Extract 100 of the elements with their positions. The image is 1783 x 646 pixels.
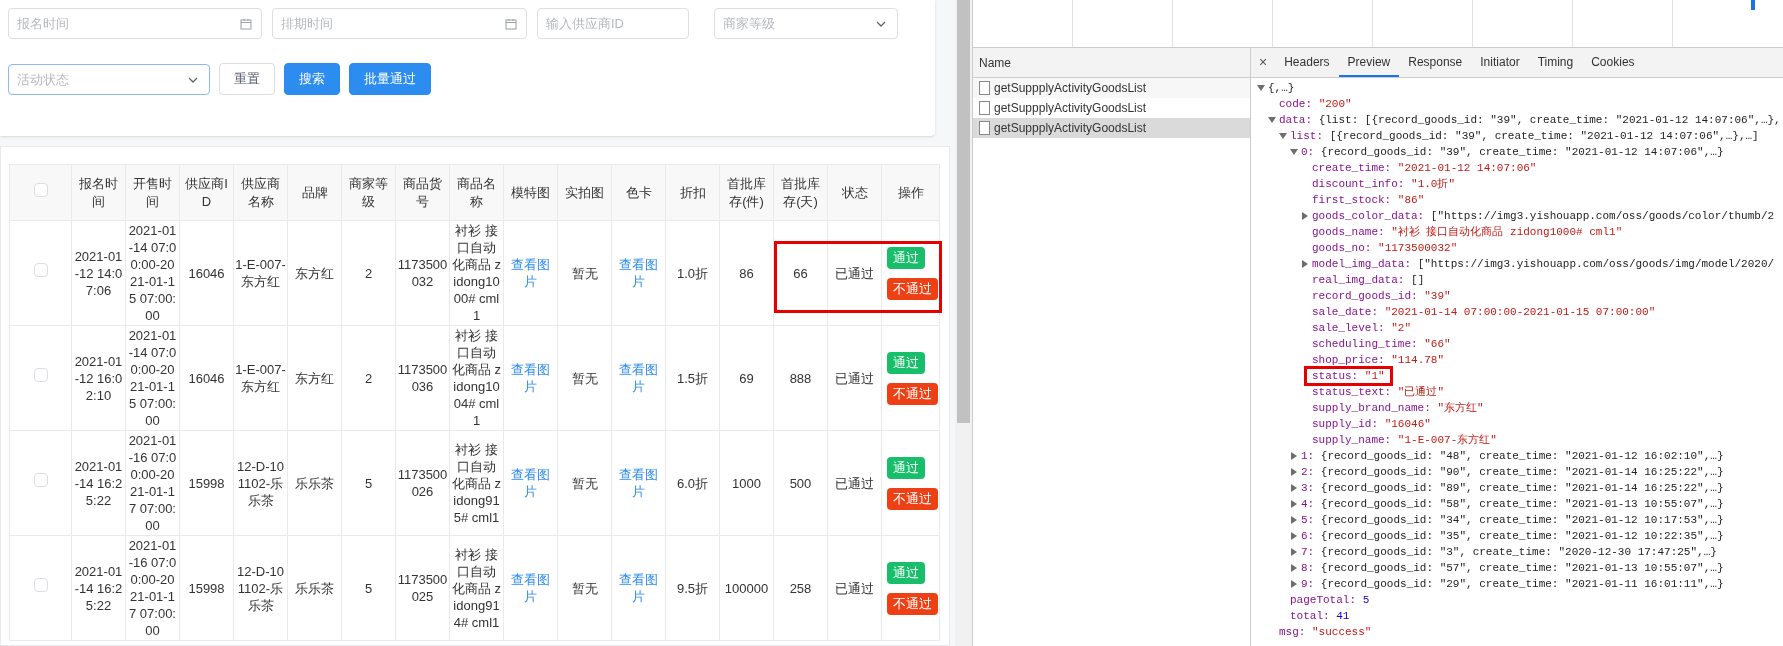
table-cell: 衬衫 接口自动化商品 zidong1004# cml1 [451, 328, 502, 428]
table-cell: 2021-01-16 07:00:00-2021-01-17 07:00:00 [128, 433, 177, 533]
column-header: 报名时间 [79, 175, 118, 209]
timeline-bar [1751, 0, 1755, 10]
table-cell: 5 [364, 475, 373, 491]
date-field[interactable]: 报名时间 [8, 8, 262, 39]
caret-down-icon[interactable] [1279, 132, 1287, 140]
scrollbar[interactable] [955, 0, 972, 646]
caret-right-icon[interactable] [1290, 500, 1298, 508]
table-cell: 暂无 [571, 265, 598, 281]
json-property: supply_brand_name: "东方红" [1312, 401, 1484, 415]
checkbox[interactable] [33, 368, 48, 383]
table-cell: 66 [793, 265, 808, 281]
approve-button[interactable]: 通过 [887, 456, 925, 479]
primary-button[interactable]: 批量通过 [349, 63, 431, 95]
reject-button[interactable]: 不通过 [887, 382, 938, 405]
table-cell: 100000 [724, 580, 769, 596]
caret-right-icon[interactable] [1290, 548, 1298, 556]
caret-down-icon[interactable] [1290, 148, 1298, 156]
table-cell: 2 [364, 370, 373, 386]
primary-button[interactable]: 搜索 [284, 63, 340, 95]
approve-button[interactable]: 通过 [887, 351, 925, 374]
caret-right-icon[interactable] [1290, 484, 1298, 492]
devtools-tab[interactable]: Timing [1528, 48, 1583, 77]
json-property: 5: {record_goods_id: "34", create_time: "2021-01-12 10:17:53",…} [1301, 513, 1724, 527]
column-header: 模特图 [511, 184, 550, 200]
table-cell: 12-D-101102-乐乐茶 [237, 563, 284, 613]
json-property: create_time: "2021-01-12 14:07:06" [1312, 161, 1537, 175]
table-cell: 1-E-007-东方红 [235, 362, 286, 394]
request-row[interactable]: getSuppplyActivityGoodsList [973, 118, 1250, 138]
caret-down-icon[interactable] [1257, 84, 1265, 92]
table-cell: 衬衫 接口自动化商品 zidong1000# cml1 [451, 223, 502, 323]
table-cell: 乐乐茶 [295, 475, 334, 491]
column-header: Name [979, 54, 1011, 72]
caret-right-icon[interactable] [1290, 532, 1298, 540]
caret-right-icon[interactable] [1290, 452, 1298, 460]
devtools-tab[interactable]: Cookies [1582, 48, 1644, 77]
json-property: pageTotal: 5 [1290, 593, 1370, 607]
json-property: scheduling_time: "66" [1312, 337, 1451, 351]
json-property: record_goods_id: "39" [1312, 289, 1451, 303]
approve-button[interactable]: 通过 [887, 561, 925, 584]
reject-button[interactable]: 不通过 [887, 487, 938, 510]
json-property: 7: {record_goods_id: "3", create_time: "2020-12-30 17:47:25",…} [1301, 545, 1717, 559]
devtools-tab[interactable]: Response [1399, 48, 1472, 77]
table-cell: 16046 [188, 370, 225, 386]
reject-button[interactable]: 不通过 [887, 277, 938, 300]
chevron-down-icon [876, 21, 886, 27]
column-header: 状态 [841, 184, 868, 200]
column-header: 商品名称 [457, 175, 496, 209]
close-button[interactable]: × [1251, 48, 1276, 77]
caret-right-icon[interactable] [1290, 564, 1298, 572]
devtools-tab[interactable]: Initiator [1471, 48, 1529, 77]
table-cell: 1-E-007-东方红 [235, 257, 286, 289]
json-property: model_img_data: ["https://img3.yishouapp.com/oss/goods/img/model/2020/ [1312, 257, 1775, 271]
table-cell: 衬衫 接口自动化商品 zidong915# cml1 [451, 441, 502, 525]
table-cell: 12-D-101102-乐乐茶 [237, 458, 284, 508]
caret-down-icon[interactable] [1268, 116, 1276, 124]
table-cell: 86 [739, 265, 754, 281]
json-property: 9: {record_goods_id: "29", create_time: "2021-01-11 16:01:11",…} [1301, 577, 1724, 591]
caret-right-icon[interactable] [1301, 212, 1309, 220]
chevron-down-icon [188, 76, 198, 83]
caret-right-icon[interactable] [1301, 260, 1309, 268]
caret-right-icon[interactable] [1290, 516, 1298, 524]
scrollbar-thumb[interactable] [957, 0, 970, 423]
json-property: 2: {record_goods_id: "90", create_time: "2021-01-14 16:25:22",…} [1301, 465, 1724, 479]
json-property: shop_price: "114.78" [1312, 353, 1445, 367]
table-cell: 1.5折 [676, 370, 709, 386]
caret-right-icon[interactable] [1290, 468, 1298, 476]
date-field[interactable]: 排期时间 [272, 8, 527, 39]
checkbox[interactable] [33, 473, 48, 488]
reset-button[interactable]: 重置 [219, 63, 275, 95]
column-header: 首批库存(天) [781, 175, 820, 209]
devtools-tab[interactable]: Headers [1275, 48, 1339, 77]
json-property: 6: {record_goods_id: "35", create_time: "2021-01-12 10:22:35",…} [1301, 529, 1724, 543]
input-field[interactable]: 输入供应商ID [537, 8, 689, 39]
table-cell: 2021-01-12 14:07:06 [74, 248, 123, 298]
json-property: 4: {record_goods_id: "58", create_time: "2021-01-13 10:55:07",…} [1301, 497, 1724, 511]
column-header: 折扣 [679, 184, 706, 200]
table-cell: 1.0折 [676, 265, 709, 281]
column-header: 开售时间 [133, 175, 172, 209]
request-row[interactable]: getSuppplyActivityGoodsList [973, 78, 1250, 98]
json-property: sale_date: "2021-01-14 07:00:00-2021-01-15 07:00:00" [1312, 305, 1656, 319]
select-field[interactable]: 活动状态 [8, 63, 210, 95]
column-header: 实拍图 [565, 184, 604, 200]
file-icon [979, 101, 990, 115]
column-header: 品牌 [301, 184, 328, 200]
caret-right-icon[interactable] [1290, 580, 1298, 588]
table-cell: 已通过 [835, 265, 874, 281]
approve-button[interactable]: 通过 [887, 246, 925, 269]
table-cell: 东方红 [295, 370, 334, 386]
calendar-icon [240, 18, 252, 30]
json-property: real_img_data: [] [1312, 273, 1425, 287]
column-header: 操作 [897, 184, 924, 200]
reject-button[interactable]: 不通过 [887, 592, 938, 615]
checkbox[interactable] [33, 578, 48, 593]
checkbox[interactable] [33, 263, 48, 278]
json-property: 1: {record_goods_id: "48", create_time: "2021-01-12 16:02:10",…} [1301, 449, 1724, 463]
select-field[interactable]: 商家等级 [714, 8, 898, 39]
checkbox[interactable] [33, 182, 48, 197]
column-header: 供应商ID [185, 175, 228, 209]
